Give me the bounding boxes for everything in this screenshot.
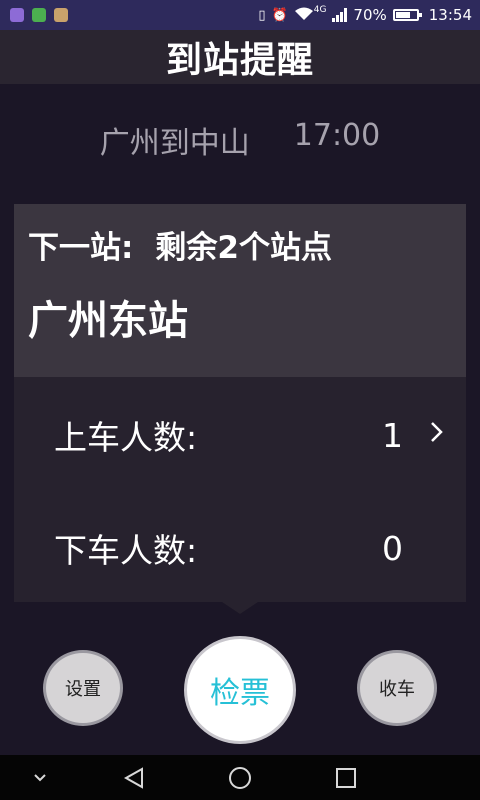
next-station-line: 下一站: 剩余2个站点: [28, 222, 332, 267]
alighting-count-row: 下车人数: 0: [14, 518, 466, 578]
route-time: 17:00: [293, 118, 381, 153]
wechat-icon: [32, 8, 46, 22]
back-icon[interactable]: [116, 755, 152, 800]
wifi-icon: [294, 6, 314, 24]
alarm-icon: ⏰: [271, 7, 288, 23]
battery-percent: 70%: [353, 6, 387, 24]
recent-apps-icon[interactable]: [328, 755, 364, 800]
boarding-label: 上车人数:: [54, 418, 198, 457]
end-shift-button[interactable]: 收车: [357, 650, 437, 726]
title-bar: 到站提醒: [0, 30, 480, 84]
check-ticket-button[interactable]: 检票: [184, 636, 296, 744]
card-pointer: [222, 602, 258, 614]
route-name: 广州到中山: [99, 126, 250, 161]
boarding-count-row[interactable]: 上车人数: 1: [14, 405, 466, 465]
alighting-label: 下车人数:: [54, 531, 198, 570]
boarding-value: 1: [382, 415, 403, 455]
passenger-count-card: 上车人数: 1 下车人数: 0: [14, 377, 466, 602]
vibrate-icon: ▯: [258, 7, 266, 23]
navigation-bar: [0, 755, 480, 800]
clock: 13:54: [428, 6, 472, 24]
status-bar: ▯ ⏰ 4G 70% 13:54: [0, 0, 480, 30]
alighting-value: 0: [382, 528, 403, 568]
settings-button[interactable]: 设置: [43, 650, 123, 726]
app-icon: [54, 8, 68, 22]
chevron-down-icon[interactable]: [22, 755, 58, 800]
network-type-label: 4G: [313, 5, 327, 15]
battery-icon: [392, 9, 422, 21]
next-station-card: 下一站: 剩余2个站点 广州东站: [14, 204, 466, 377]
page-title: 到站提醒: [165, 40, 314, 81]
remaining-stops: 剩余2个站点: [155, 230, 332, 266]
gallery-icon: [10, 8, 24, 22]
signal-icon: [332, 8, 348, 22]
chevron-right-icon[interactable]: [430, 420, 444, 451]
route-info: 广州到中山 17:00: [0, 118, 480, 170]
next-station-label: 下一站:: [28, 230, 134, 266]
home-icon[interactable]: [222, 755, 258, 800]
next-station-name: 广州东站: [28, 298, 188, 344]
